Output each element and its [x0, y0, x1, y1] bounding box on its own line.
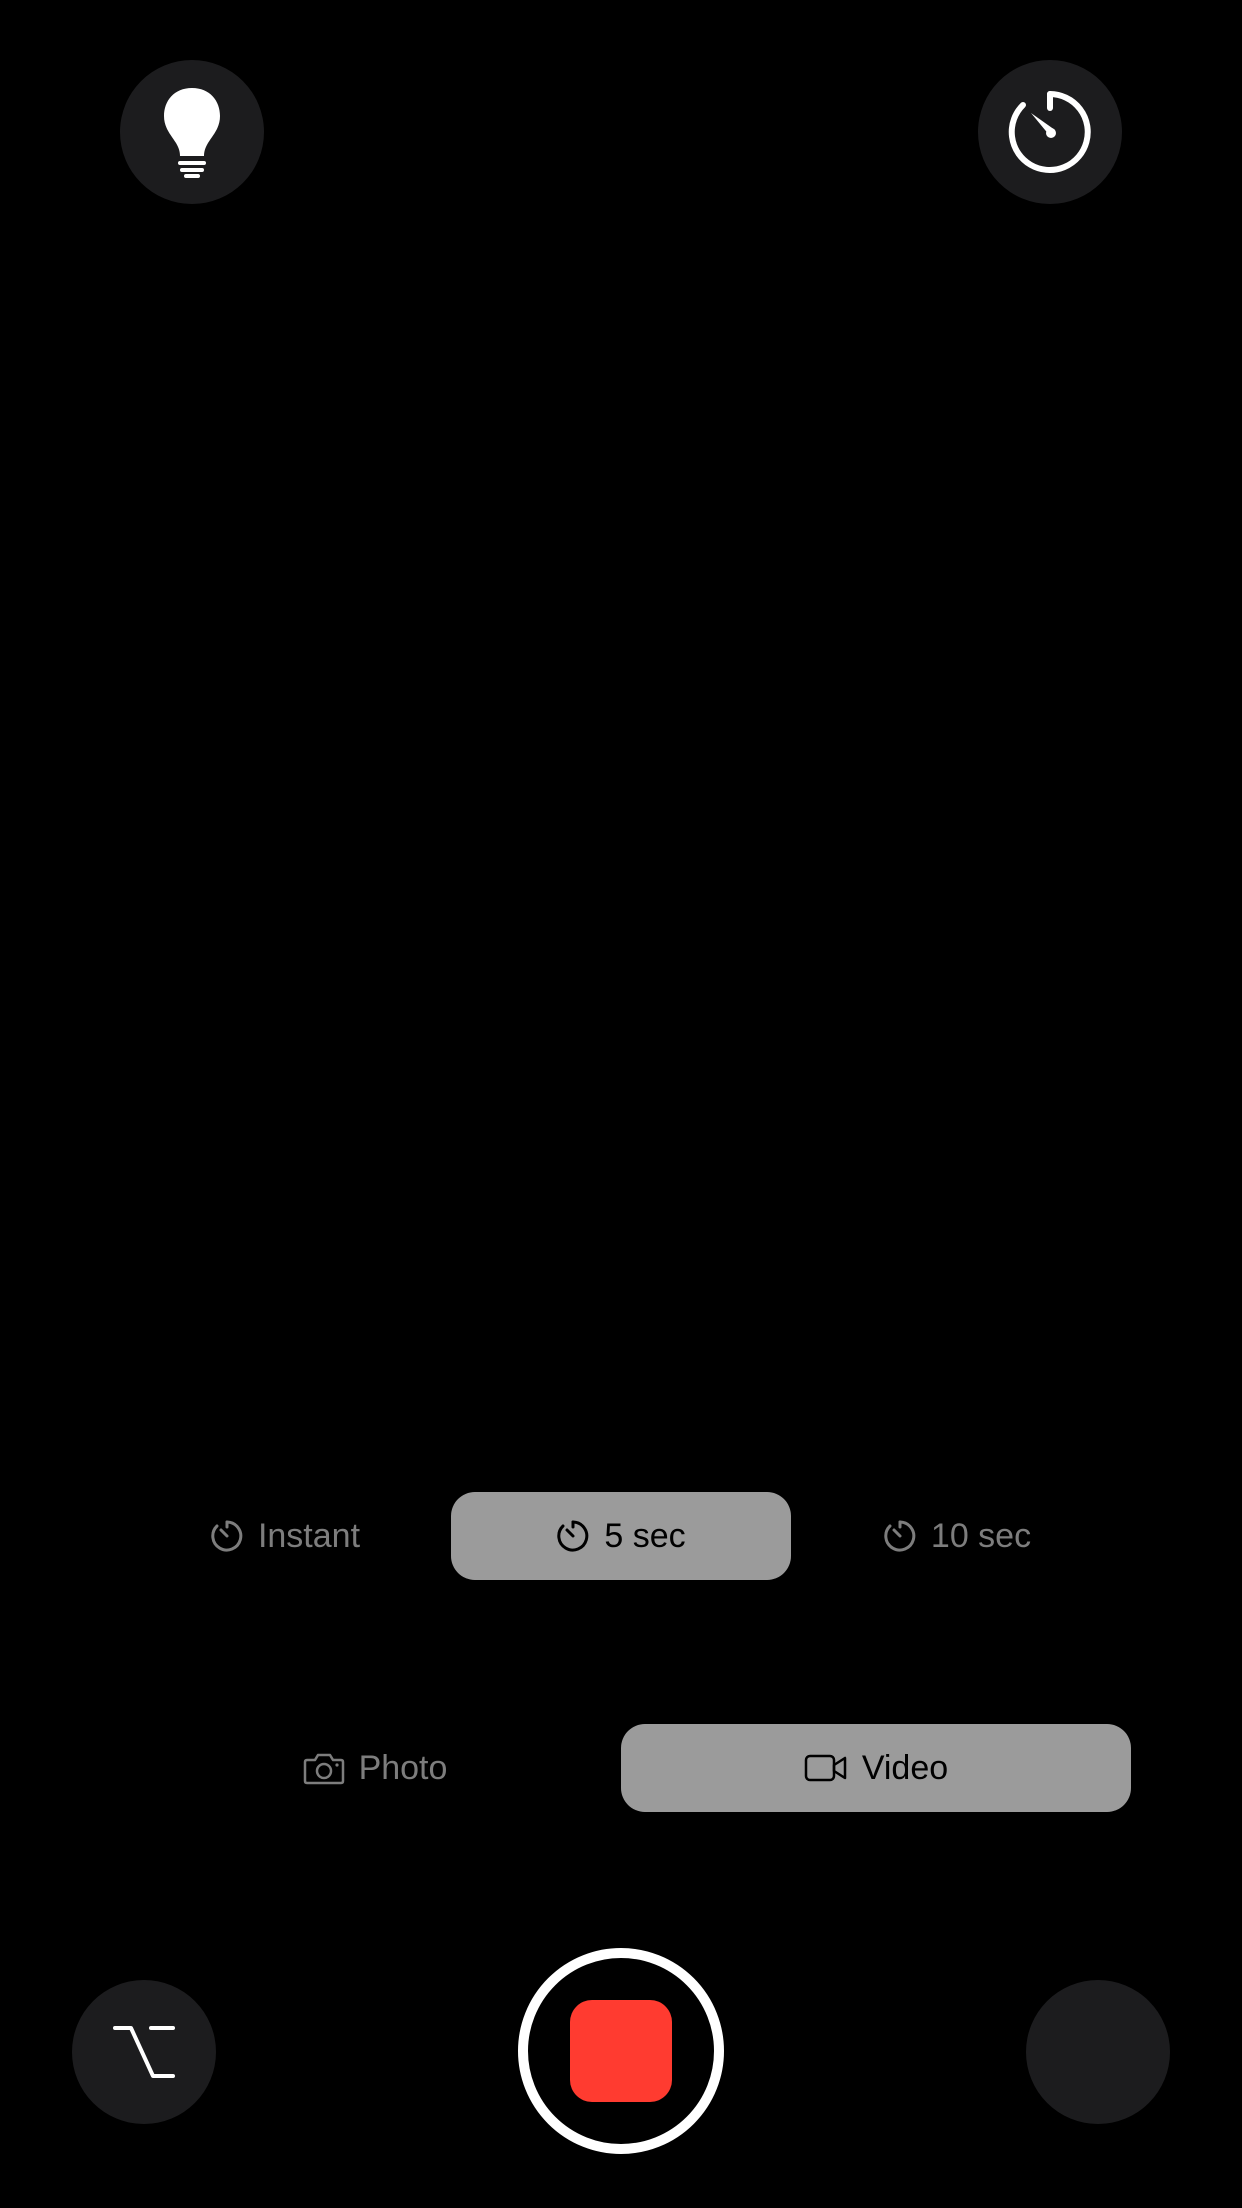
video-camera-icon [804, 1754, 847, 1782]
timer-option-label: 5 sec [604, 1516, 686, 1555]
timer-options: Instant 5 sec 10 sec [0, 1492, 1242, 1580]
timer-option-label: Instant [257, 1516, 361, 1555]
flash-toggle-button[interactable] [120, 60, 264, 204]
camera-icon [303, 1753, 344, 1785]
lightbulb-icon [164, 88, 220, 178]
mode-label: Photo [358, 1748, 448, 1787]
record-button[interactable] [518, 1948, 724, 2154]
timer-icon [557, 1520, 589, 1552]
timer-option-5-sec[interactable]: 5 sec [451, 1492, 791, 1580]
stop-recording-icon [570, 2000, 672, 2102]
mode-photo[interactable]: Photo [270, 1724, 480, 1812]
timer-button[interactable] [978, 60, 1122, 204]
option-key-icon [113, 2026, 175, 2078]
timer-option-10-sec[interactable]: 10 sec [862, 1492, 1052, 1580]
timer-icon [211, 1520, 243, 1552]
capture-mode-selector: Photo Video [0, 1724, 1242, 1812]
timer-icon [884, 1520, 916, 1552]
timer-option-instant[interactable]: Instant [190, 1492, 380, 1580]
option-button[interactable] [72, 1980, 216, 2124]
gallery-thumbnail-button[interactable] [1026, 1980, 1170, 2124]
timer-option-label: 10 sec [930, 1516, 1032, 1555]
timer-icon [1008, 91, 1091, 173]
mode-label: Video [861, 1748, 949, 1787]
mode-video[interactable]: Video [621, 1724, 1131, 1812]
